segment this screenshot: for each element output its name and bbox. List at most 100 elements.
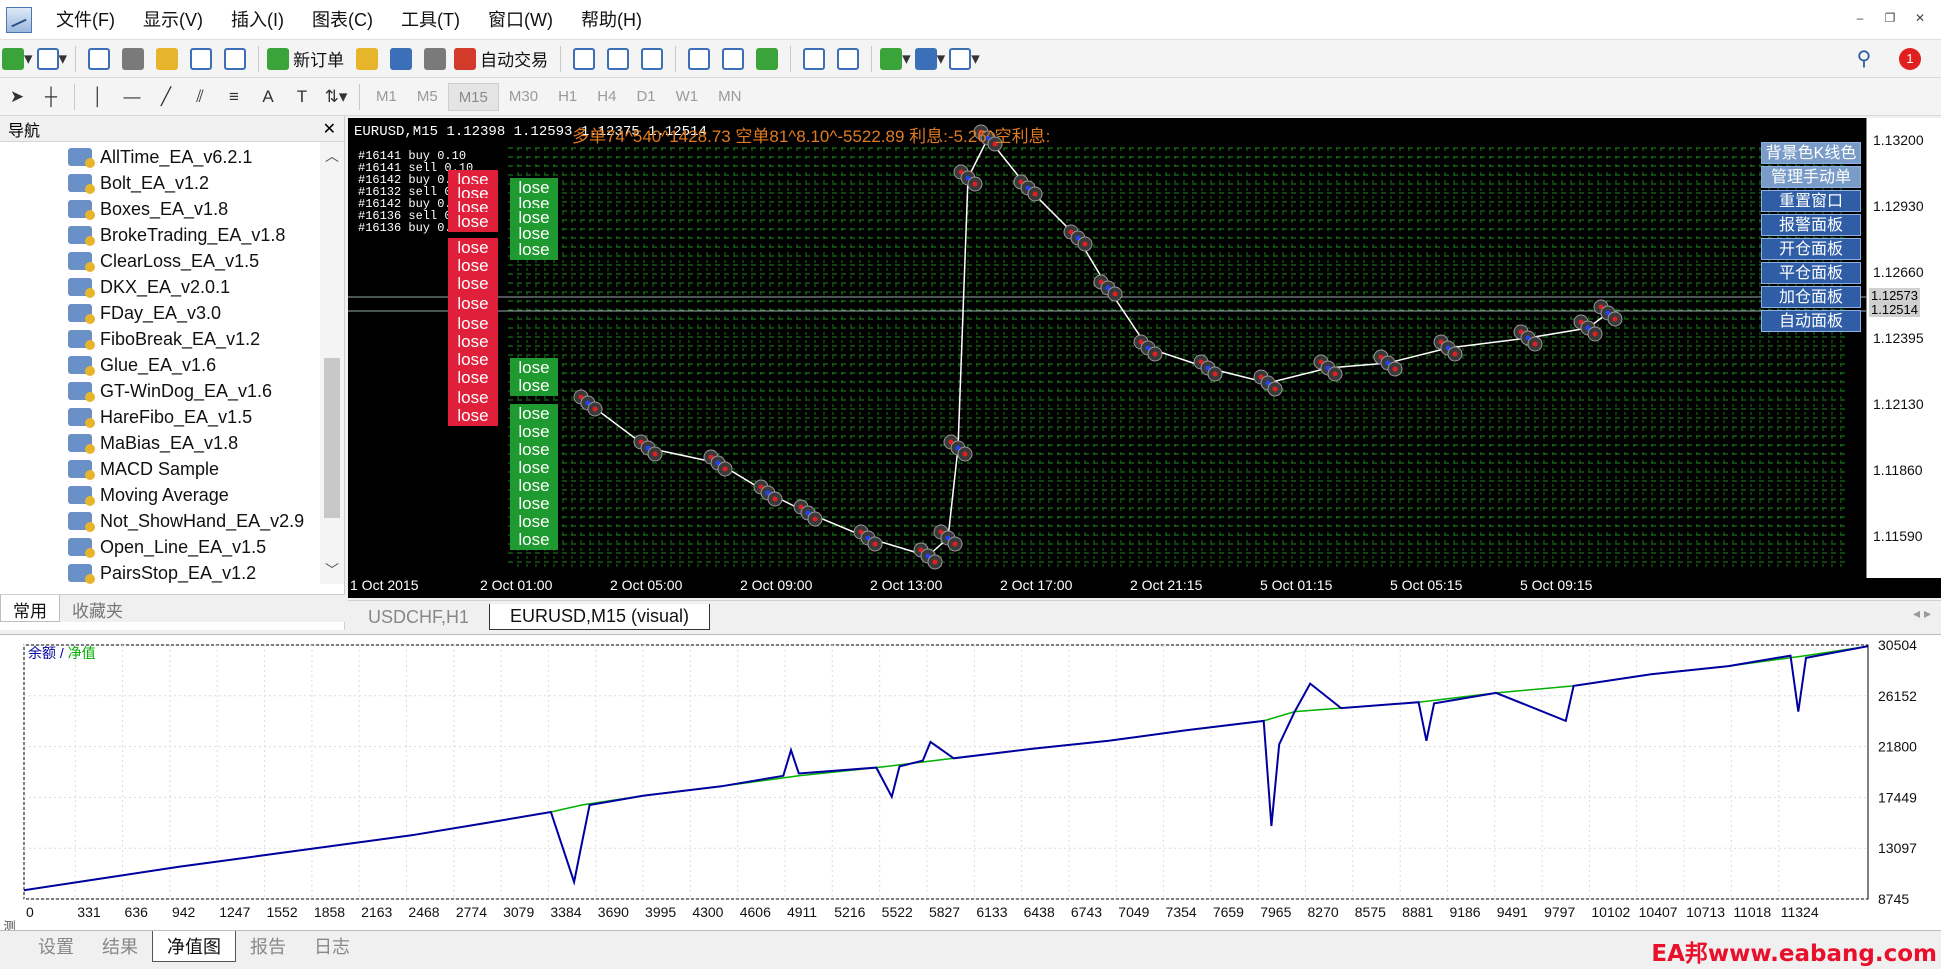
fibonacci-button[interactable]: ≡ (219, 82, 249, 112)
chart-shift-button[interactable] (799, 44, 829, 74)
ea-panel-button[interactable]: 加仓面板 (1761, 286, 1861, 308)
navigator-ea-item[interactable]: DKX_EA_v2.0.1 (0, 274, 320, 300)
search-button[interactable]: ⚲ (1849, 44, 1879, 74)
timeframe-m30[interactable]: M30 (499, 83, 548, 111)
menu-file[interactable]: 文件(F) (42, 0, 129, 40)
notifications-button[interactable]: 1 (1895, 44, 1925, 74)
equidistant-channel-button[interactable]: ⫽ (185, 82, 215, 112)
tab-eurusd-m15-visual[interactable]: EURUSD,M15 (visual) (489, 604, 711, 630)
tab-common[interactable]: 常用 (0, 595, 60, 622)
tab-usdchf-h1[interactable]: USDCHF,H1 (348, 605, 489, 630)
tab-settings[interactable]: 设置 (24, 931, 88, 961)
navigator-ea-item[interactable]: MaBias_EA_v1.8 (0, 430, 320, 456)
menu-charts[interactable]: 图表(C) (298, 0, 387, 40)
scroll-up-icon[interactable]: ︿ (320, 146, 344, 166)
timeframe-w1[interactable]: W1 (666, 83, 709, 111)
mailbox-button[interactable] (386, 44, 416, 74)
new-chart-button[interactable]: ▾ (2, 44, 33, 74)
menu-help[interactable]: 帮助(H) (567, 0, 656, 40)
cursor-button[interactable]: ➤ (2, 82, 32, 112)
ea-panel-button[interactable]: 自动面板 (1761, 310, 1861, 332)
navigator-scrollbar[interactable]: ︿ ﹀ (320, 142, 344, 584)
profiles-button[interactable]: ▾ (36, 44, 67, 74)
tab-journal[interactable]: 日志 (300, 931, 364, 961)
timeframe-d1[interactable]: D1 (626, 83, 665, 111)
timeframe-mn[interactable]: MN (708, 83, 751, 111)
text-label-button[interactable]: T (287, 82, 317, 112)
timeframe-m5[interactable]: M5 (407, 83, 448, 111)
tab-favorites[interactable]: 收藏夹 (60, 595, 135, 622)
arrows-button[interactable]: ⇅▾ (321, 82, 351, 112)
navigator-ea-item[interactable]: Boxes_EA_v1.8 (0, 196, 320, 222)
tile-windows-button[interactable] (752, 44, 782, 74)
navigator-ea-item[interactable]: Bolt_EA_v1.2 (0, 170, 320, 196)
navigator-close-icon[interactable]: ✕ (323, 119, 336, 139)
signals-button[interactable] (420, 44, 450, 74)
scrollbar-thumb[interactable] (324, 358, 340, 518)
ea-panel-button[interactable]: 开仓面板 (1761, 238, 1861, 260)
navigator-ea-item[interactable]: Open_Line_EA_v1.5 (0, 534, 320, 560)
candlestick-button[interactable] (603, 44, 633, 74)
ea-panel-button[interactable]: 报警面板 (1761, 214, 1861, 236)
terminal-button[interactable] (186, 44, 216, 74)
line-chart-button[interactable] (637, 44, 667, 74)
tester-button[interactable] (220, 44, 250, 74)
timeframe-m15[interactable]: M15 (447, 82, 499, 111)
trade-marker-dot (1032, 191, 1038, 197)
zoom-in-button[interactable] (684, 44, 714, 74)
navigator-ea-item[interactable]: AllTime_EA_v6.2.1 (0, 144, 320, 170)
vertical-line-button[interactable]: │ (83, 82, 113, 112)
periods-button[interactable]: ▾ (914, 44, 945, 74)
zoom-out-button[interactable] (718, 44, 748, 74)
data-window-button[interactable] (118, 44, 148, 74)
tab-equity-graph[interactable]: 净值图 (152, 931, 236, 962)
ea-panel-button[interactable]: 重置窗口 (1761, 190, 1861, 212)
navigator-ea-item[interactable]: HareFibo_EA_v1.5 (0, 404, 320, 430)
trendline-button[interactable]: ╱ (151, 82, 181, 112)
metaeditor-button[interactable] (352, 44, 382, 74)
horizontal-line-button[interactable]: — (117, 82, 147, 112)
navigator-ea-item[interactable]: MACD Sample (0, 456, 320, 482)
navigator-ea-item[interactable]: Not_ShowHand_EA_v2.9 (0, 508, 320, 534)
auto-trading-button[interactable]: 自动交易 (454, 44, 552, 74)
navigator-ea-item[interactable]: PairsStop_EA_v1.2 (0, 560, 320, 584)
menu-window[interactable]: 窗口(W) (474, 0, 567, 40)
ea-panel-button[interactable]: 背景色K线色 (1761, 142, 1861, 164)
auto-scroll-button[interactable] (833, 44, 863, 74)
timeframe-h1[interactable]: H1 (548, 83, 587, 111)
chart-window[interactable]: EURUSD,M15 1.12398 1.12593 1.12375 1.125… (348, 118, 1941, 598)
bar-chart-button[interactable] (569, 44, 599, 74)
new-order-button[interactable]: 新订单 (267, 44, 348, 74)
navigator-ea-item[interactable]: Glue_EA_v1.6 (0, 352, 320, 378)
navigator-ea-item[interactable]: FDay_EA_v3.0 (0, 300, 320, 326)
clock-icon (914, 47, 937, 70)
navigator-ea-item[interactable]: FiboBreak_EA_v1.2 (0, 326, 320, 352)
scroll-down-icon[interactable]: ﹀ (320, 560, 344, 580)
market-watch-button[interactable] (84, 44, 114, 74)
tab-report[interactable]: 报告 (236, 931, 300, 961)
navigator-ea-item[interactable]: ClearLoss_EA_v1.5 (0, 248, 320, 274)
crosshair-button[interactable]: ┼ (36, 82, 66, 112)
menu-tools[interactable]: 工具(T) (387, 0, 474, 40)
menu-view[interactable]: 显示(V) (129, 0, 217, 40)
current-price-marker: 1.12573 (1869, 288, 1920, 303)
indicators-button[interactable]: ▾ (880, 44, 911, 74)
tab-scroll-arrows-icon[interactable]: ◂ ▸ (1913, 605, 1931, 622)
templates-button[interactable]: ▾ (949, 44, 980, 74)
navigator-ea-item[interactable]: BrokeTrading_EA_v1.8 (0, 222, 320, 248)
timeframe-m1[interactable]: M1 (366, 83, 407, 111)
restore-icon[interactable]: ❐ (1879, 8, 1901, 28)
navigator-ea-item[interactable]: Moving Average (0, 482, 320, 508)
menu-insert[interactable]: 插入(I) (217, 0, 298, 40)
navigator-ea-item[interactable]: GT-WinDog_EA_v1.6 (0, 378, 320, 404)
timeframe-h4[interactable]: H4 (587, 83, 626, 111)
price-chart-canvas[interactable] (348, 118, 1866, 574)
close-icon[interactable]: ✕ (1909, 8, 1931, 28)
ea-panel-button[interactable]: 管理手动单 (1761, 166, 1861, 188)
equity-x-tick-label: 7659 (1213, 904, 1244, 920)
ea-panel-button[interactable]: 平仓面板 (1761, 262, 1861, 284)
text-button[interactable]: A (253, 82, 283, 112)
tab-results[interactable]: 结果 (88, 931, 152, 961)
minimize-icon[interactable]: – (1849, 8, 1871, 28)
navigator-button[interactable] (152, 44, 182, 74)
